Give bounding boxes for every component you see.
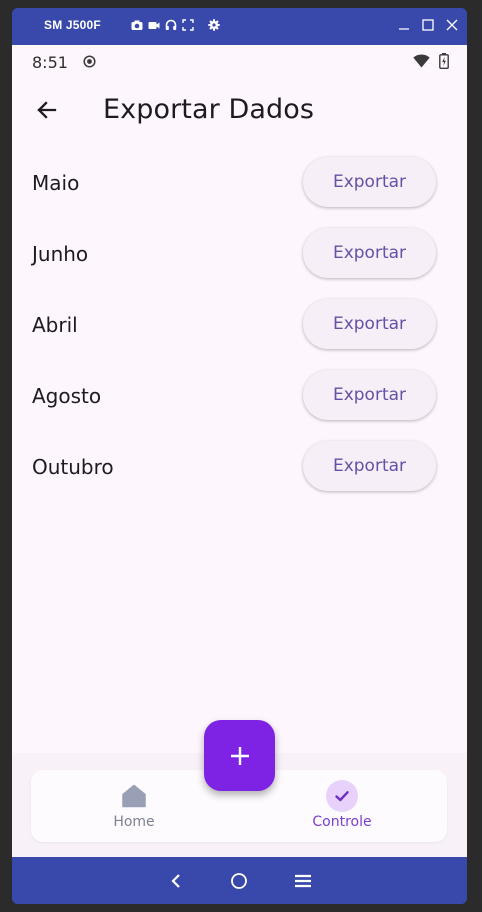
export-button[interactable]: Exportar — [303, 157, 436, 207]
emulator-window: SM J500F 8:51 Exportar Dados Maio Export… — [12, 8, 467, 904]
month-label: Abril — [32, 313, 78, 337]
menu-icon[interactable] — [293, 871, 313, 891]
plus-icon — [230, 746, 249, 765]
export-button[interactable]: Exportar — [303, 370, 436, 420]
battery-icon — [439, 53, 449, 69]
window-controls — [397, 17, 459, 33]
nav-label-home: Home — [113, 814, 155, 830]
list-item: Outubro Exportar — [12, 439, 467, 510]
list-item: Agosto Exportar — [12, 368, 467, 439]
device-name: SM J500F — [44, 18, 101, 32]
close-icon[interactable] — [445, 17, 459, 33]
status-time: 8:51 — [32, 53, 68, 72]
list-item: Maio Exportar — [12, 155, 467, 226]
record-icon — [83, 55, 96, 68]
system-navigation-bar — [12, 857, 467, 904]
month-label: Agosto — [32, 384, 102, 408]
phone-screen: 8:51 Exportar Dados Maio Exportar Junho … — [12, 45, 467, 857]
home-icon — [118, 780, 150, 812]
list-item: Abril Exportar — [12, 297, 467, 368]
camera-icon[interactable] — [131, 18, 143, 30]
maximize-icon[interactable] — [421, 17, 435, 33]
month-label: Junho — [32, 242, 89, 266]
export-button[interactable]: Exportar — [303, 441, 436, 491]
headphones-icon[interactable] — [165, 18, 177, 30]
settings-icon[interactable] — [208, 18, 220, 31]
back-button[interactable] — [34, 97, 60, 123]
export-button[interactable]: Exportar — [303, 228, 436, 278]
home-circle-icon[interactable] — [229, 871, 249, 891]
add-button[interactable] — [204, 720, 275, 791]
page-title: Exportar Dados — [103, 94, 315, 125]
list-item: Junho Exportar — [12, 226, 467, 297]
wifi-icon — [413, 54, 430, 68]
fullscreen-icon[interactable] — [182, 18, 194, 31]
export-button[interactable]: Exportar — [303, 299, 436, 349]
check-icon — [326, 780, 358, 812]
emulator-title-bar: SM J500F — [12, 8, 467, 45]
emulator-toolbar — [131, 18, 220, 31]
nav-item-home[interactable]: Home — [74, 780, 194, 836]
video-icon[interactable] — [148, 18, 160, 30]
arrow-left-icon — [37, 101, 57, 119]
month-label: Outubro — [32, 455, 114, 479]
nav-label-controle: Controle — [312, 814, 372, 830]
status-bar: 8:51 — [12, 45, 467, 79]
month-label: Maio — [32, 171, 80, 195]
app-bar: Exportar Dados — [12, 79, 467, 143]
nav-item-controle[interactable]: Controle — [282, 780, 402, 836]
month-list: Maio Exportar Junho Exportar Abril Expor… — [12, 155, 467, 510]
back-icon[interactable] — [166, 871, 186, 891]
minimize-icon[interactable] — [397, 17, 411, 33]
toolbar-spacer — [199, 18, 203, 30]
